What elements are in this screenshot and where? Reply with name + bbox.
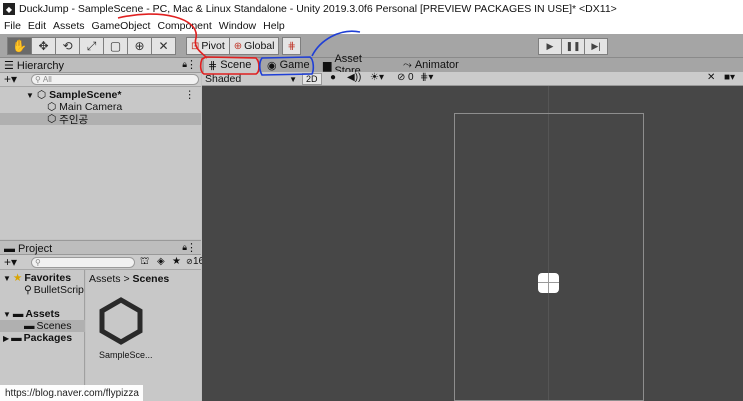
red-box-annotation (199, 56, 260, 75)
red-arrow-annotation (117, 13, 208, 59)
annotation-overlay (117, 13, 361, 76)
blue-arrow-annotation (311, 30, 361, 57)
blue-box-annotation (258, 56, 315, 76)
watermark-text: https://blog.naver.com/flypizza (5, 387, 139, 399)
watermark-url: https://blog.naver.com/flypizza (0, 385, 143, 401)
